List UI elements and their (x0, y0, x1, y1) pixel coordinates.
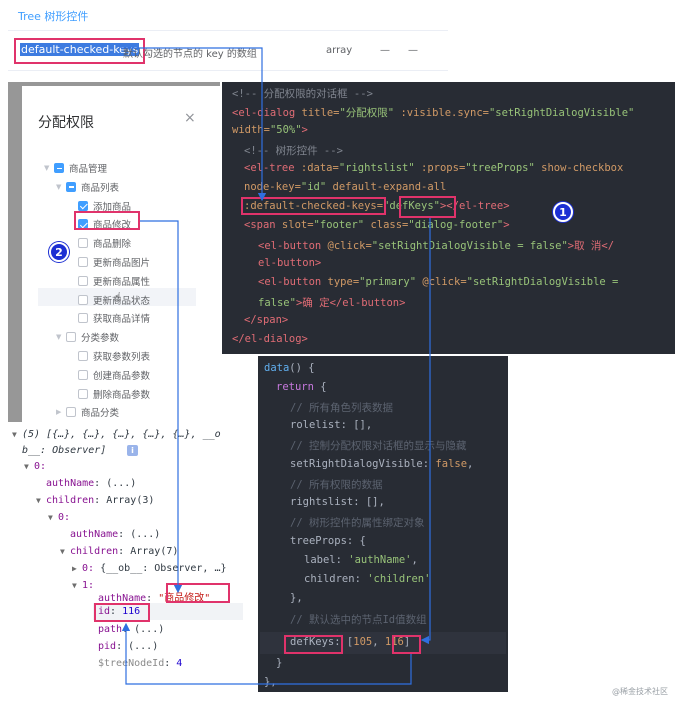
arrow-attr-to-template (121, 47, 267, 202)
arrow-value-to-id (121, 622, 412, 685)
arrow-defkeys-to-data (420, 218, 431, 645)
watermark: @稀金技术社区 (612, 687, 668, 696)
connector-arrows (121, 47, 431, 685)
arrow-node-to-console (140, 220, 183, 594)
